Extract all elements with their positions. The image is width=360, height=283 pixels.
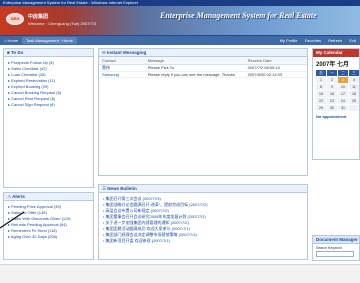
nav-actions: My Profile Favorites Refresh Exit bbox=[274, 36, 356, 45]
calendar-day[interactable]: 24 bbox=[338, 98, 348, 104]
status-bar bbox=[0, 264, 360, 283]
column-receive-date[interactable]: Receive Date bbox=[244, 57, 307, 65]
todo-item[interactable]: Cancel Sign Request (8) bbox=[8, 102, 89, 108]
message-text[interactable]: Please reply if you can see the message.… bbox=[144, 71, 245, 78]
calendar-title: My Calendar bbox=[313, 49, 359, 57]
calendar-day[interactable]: 16 bbox=[327, 91, 337, 97]
messages-header-row: Contact Message Receive Date bbox=[99, 57, 307, 65]
alerts-panel-title: ⚠ Alerts bbox=[4, 193, 93, 201]
message-contact[interactable]: Samsung bbox=[99, 71, 145, 78]
news-list: 集团召开第三次会议 (2007/7/3) 集团战略讨论会圆满召开“改革”，提前完… bbox=[99, 193, 307, 247]
tab-task-management[interactable]: Task Management · Home bbox=[22, 37, 77, 44]
nav-bar: ⌂ Home Task Management · Home My Profile… bbox=[0, 35, 360, 45]
calendar-day[interactable]: 15 bbox=[316, 91, 326, 97]
calendar-day[interactable]: 11 bbox=[349, 84, 359, 90]
news-bulletin-panel: ☰ News Bulletin 集团召开第三次会议 (2007/7/3) 集团战… bbox=[98, 184, 308, 260]
calendar-day[interactable]: 17 bbox=[338, 91, 348, 97]
calendar-weekday: 二 bbox=[338, 70, 348, 76]
alerts-list: Pending Price Approval (39) Sales To Off… bbox=[4, 201, 93, 243]
no-appointment-text: No appointment bbox=[316, 114, 347, 119]
message-date: 2007/6/30 02:13:03 bbox=[244, 71, 307, 78]
instant-messaging-panel: ✉ Instant Messaging Contact Message Rece… bbox=[98, 48, 308, 176]
instant-title-label: Instant Messaging bbox=[107, 50, 147, 55]
table-row[interactable]: Samsung Please reply if you can see the … bbox=[99, 71, 307, 78]
nav-action-favorites[interactable]: Favorites bbox=[305, 38, 321, 43]
news-title-label: News Bulletin bbox=[107, 186, 137, 191]
calendar-panel: My Calendar 2007年 七月 日 一 二 三 1 2 3 4 8 9 10 11 1… bbox=[312, 48, 360, 160]
calendar-weekday: 三 bbox=[349, 70, 359, 76]
calendar-day[interactable]: 2 bbox=[327, 77, 337, 83]
calendar-day[interactable]: 29 bbox=[316, 105, 326, 111]
message-date: 2007/7/2 08:00:14 bbox=[244, 64, 307, 72]
company-logo[interactable]: CEO bbox=[6, 13, 24, 25]
calendar-weekday: 一 bbox=[327, 70, 337, 76]
calendar-day[interactable]: 10 bbox=[338, 84, 348, 90]
todo-panel-title: ■ To Do bbox=[4, 49, 93, 57]
calendar-day[interactable]: 18 bbox=[349, 91, 359, 97]
todo-list: Prospects Follow Up (8) Sales Checklist … bbox=[4, 57, 93, 111]
news-item[interactable]: 集团新项目开盘 欢迎参观 (2007/7/1) bbox=[103, 238, 303, 244]
calendar-day[interactable]: 22 bbox=[316, 98, 326, 104]
table-row[interactable]: 窦伟 Please Pick To 2007/7/2 08:00:14 bbox=[99, 64, 307, 72]
calendar-day[interactable]: 8 bbox=[316, 84, 326, 90]
system-brand-title: Enterprise Management System for Real Es… bbox=[160, 11, 317, 20]
nav-action-exit[interactable]: Exit bbox=[349, 38, 356, 43]
messages-table: Contact Message Receive Date 窦伟 Please P… bbox=[99, 57, 307, 78]
instant-messaging-title: ✉ Instant Messaging bbox=[99, 49, 307, 57]
calendar-weekday: 日 bbox=[316, 70, 326, 76]
calendar-day[interactable]: 30 bbox=[327, 105, 337, 111]
todo-panel: ■ To Do Prospects Follow Up (8) Sales Ch… bbox=[3, 48, 94, 188]
message-contact[interactable]: 窦伟 bbox=[99, 64, 145, 72]
calendar-day[interactable]: 23 bbox=[327, 98, 337, 104]
news-bulletin-title: ☰ News Bulletin bbox=[99, 185, 307, 193]
document-manager-panel: Document Manager Search Keyword bbox=[312, 235, 360, 261]
company-name: 中房集团 bbox=[28, 14, 49, 20]
alerts-panel: ⚠ Alerts Pending Price Approval (39) Sal… bbox=[3, 192, 94, 260]
search-keyword-label: Search Keyword bbox=[316, 246, 342, 250]
document-manager-title: Document Manager bbox=[313, 236, 359, 244]
nav-action-profile[interactable]: My Profile bbox=[280, 38, 298, 43]
nav-action-refresh[interactable]: Refresh bbox=[328, 38, 342, 43]
calendar-grid: 日 一 二 三 1 2 3 4 8 9 10 11 15 16 17 18 22 23 24 25 29 30 31 bbox=[313, 70, 359, 111]
message-text[interactable]: Please Pick To bbox=[144, 64, 245, 72]
calendar-day[interactable]: 1 bbox=[316, 77, 326, 83]
calendar-day[interactable]: 3 bbox=[338, 77, 348, 83]
calendar-day[interactable]: 31 bbox=[338, 105, 348, 111]
calendar-month-label: 2007年 七月 bbox=[316, 62, 350, 68]
calendar-day[interactable]: 4 bbox=[349, 77, 359, 83]
column-contact[interactable]: Contact bbox=[99, 57, 145, 65]
search-input[interactable] bbox=[316, 251, 354, 257]
welcome-text: Welcome · ChengLang (Tue) 2007/7/3 bbox=[28, 21, 97, 26]
calendar-day[interactable]: 25 bbox=[349, 98, 359, 104]
column-message[interactable]: Message bbox=[144, 57, 245, 65]
calendar-day bbox=[349, 105, 359, 111]
header-banner: CEO 中房集团 Welcome · ChengLang (Tue) 2007/… bbox=[0, 6, 360, 35]
todo-title-label: To Do bbox=[10, 50, 24, 55]
alert-item[interactable]: Aging Over 30 Days (206) bbox=[8, 234, 89, 240]
home-label: Home bbox=[7, 38, 19, 43]
alerts-title-label: Alerts bbox=[12, 194, 25, 199]
home-link[interactable]: ⌂ Home bbox=[4, 36, 18, 45]
calendar-day[interactable]: 9 bbox=[327, 84, 337, 90]
